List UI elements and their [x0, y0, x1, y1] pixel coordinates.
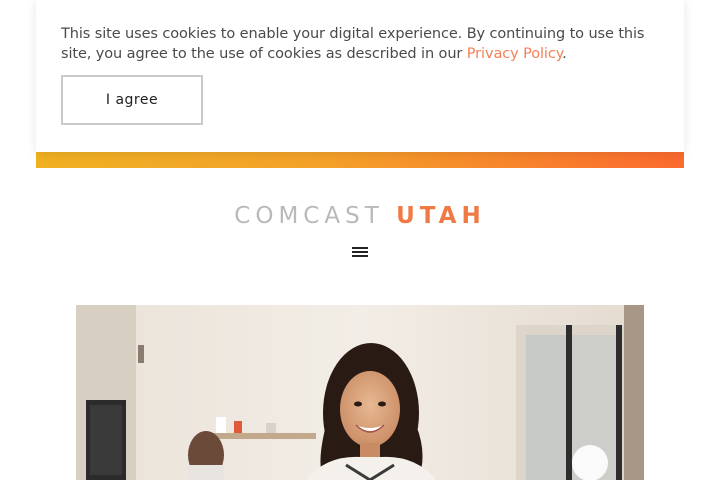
cookie-message: This site uses cookies to enable your di… [61, 24, 661, 64]
site-brand: COMCAST [234, 203, 384, 229]
gradient-bar [36, 152, 684, 168]
agree-button[interactable]: I agree [61, 75, 203, 125]
menu-line-2 [352, 251, 368, 253]
site-title[interactable]: COMCAST UTAH [0, 203, 720, 229]
hero-photo-illustration [76, 305, 644, 480]
hero-photo [76, 305, 644, 480]
cookie-banner: This site uses cookies to enable your di… [36, 0, 684, 152]
hamburger-menu-icon[interactable] [352, 247, 368, 259]
site-region: UTAH [396, 203, 486, 229]
privacy-policy-link[interactable]: Privacy Policy [467, 46, 562, 62]
cookie-message-end: . [562, 46, 567, 62]
menu-line-1 [352, 247, 368, 249]
menu-line-3 [352, 255, 368, 257]
page: This site uses cookies to enable your di… [0, 0, 720, 480]
